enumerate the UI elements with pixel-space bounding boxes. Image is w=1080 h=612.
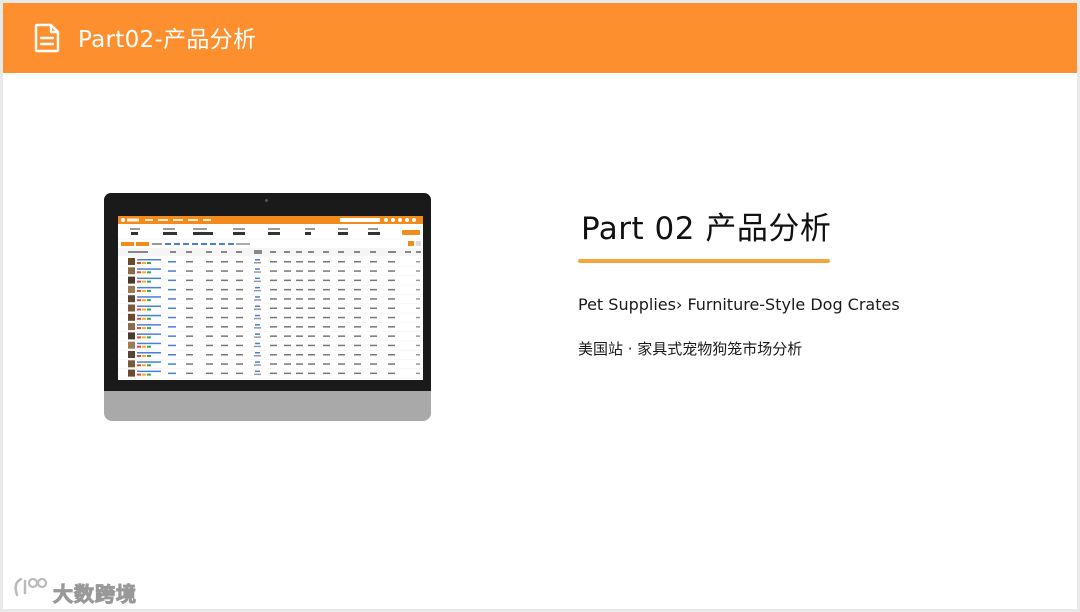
part-title: Part 02 产品分析 [581,211,832,247]
camera-dot [265,199,268,202]
document-icon [34,23,60,53]
slide: Part02-产品分析 Part 02 产品分析 Pet Supplies› F… [3,3,1077,609]
header-bar: Part02-产品分析 [3,3,1077,73]
monitor-frame [104,193,431,391]
monitor-stand [104,391,431,421]
header-title: Part02-产品分析 [78,27,257,53]
watermark-text: 大数跨境 [53,582,137,607]
category-path: Pet Supplies› Furniture-Style Dog Crates [578,295,900,314]
monitor-screen [118,216,423,380]
monitor-illustration [104,193,431,421]
title-underline [578,259,830,263]
market-subtitle: 美国站 · 家具式宠物狗笼市场分析 [578,340,803,358]
watermark-logo-icon [14,577,48,597]
dashboard-screenshot [118,216,423,379]
